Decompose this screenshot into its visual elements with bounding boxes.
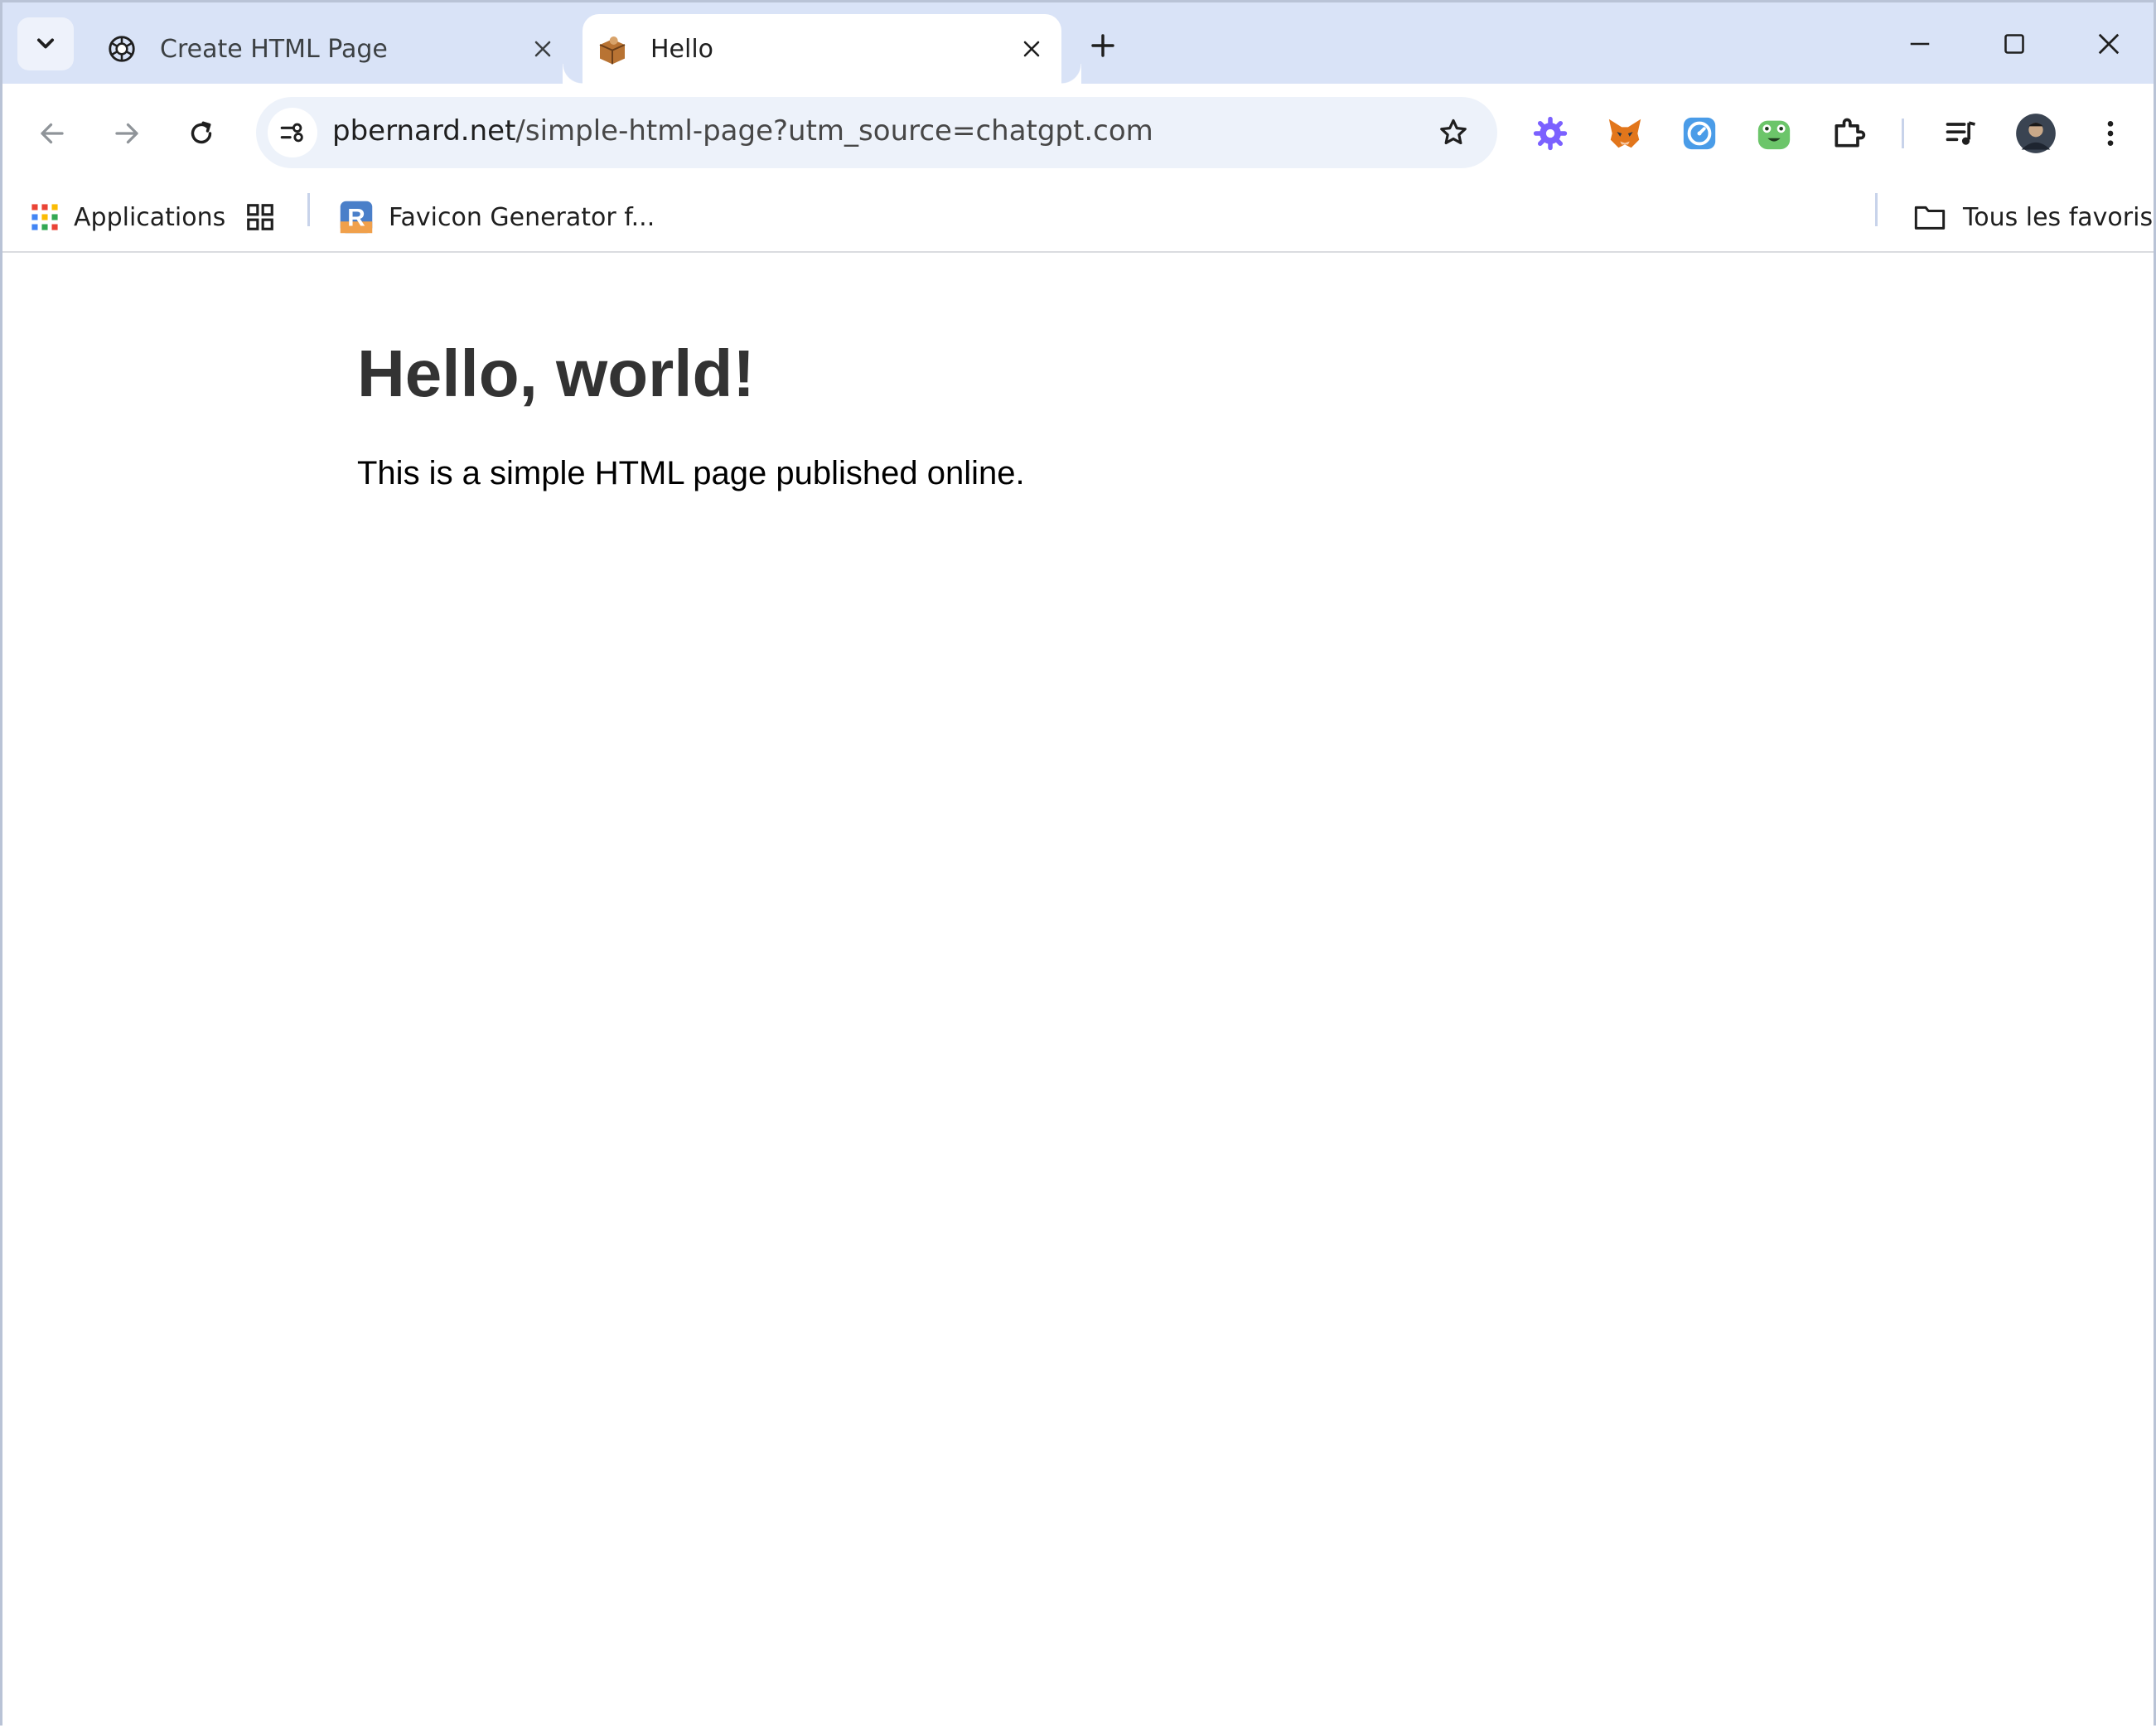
address-bar[interactable]: pbernard.net/simple-html-page?utm_source…	[256, 97, 1497, 168]
chatgpt-icon	[105, 32, 138, 65]
box-icon	[596, 32, 629, 65]
close-icon	[2098, 33, 2120, 55]
profile-avatar[interactable]	[2013, 110, 2059, 157]
bookmark-label: Favicon Generator f...	[389, 202, 655, 232]
menu-dots-icon[interactable]	[2087, 110, 2134, 157]
bookmark-applications[interactable]: Applications	[31, 195, 225, 240]
bookmark-favicon-generator[interactable]: R Favicon Generator f...	[339, 195, 655, 240]
tab-search-button[interactable]	[17, 17, 74, 70]
tune-icon	[280, 123, 303, 143]
media-controls-icon[interactable]	[1938, 110, 1984, 157]
forward-button[interactable]	[100, 107, 153, 160]
arrow-right-icon	[115, 123, 138, 144]
page-paragraph: This is a simple HTML page published onl…	[357, 455, 1025, 491]
toolbar-separator	[1902, 119, 1904, 148]
frog-extension-icon[interactable]	[1751, 110, 1797, 157]
bookmark-label: Applications	[74, 202, 226, 232]
page-heading: Hello, world!	[357, 336, 755, 410]
minimize-button[interactable]	[1887, 17, 1953, 70]
close-window-button[interactable]	[2076, 17, 2142, 70]
metamask-icon[interactable]	[1602, 110, 1648, 157]
compass-extension-icon[interactable]	[1676, 110, 1723, 157]
site-info-button[interactable]	[268, 108, 317, 157]
all-bookmarks-button[interactable]: Tous les favoris	[1912, 195, 2153, 240]
url-path: /simple-html-page?utm_source=chatgpt.com	[515, 114, 1153, 148]
maximize-button[interactable]	[1981, 17, 2047, 70]
apps-grid-icon	[31, 204, 58, 230]
tab-title: Create HTML Page	[160, 34, 388, 64]
bookmark-label: Tous les favoris	[1963, 202, 2154, 232]
bookmark-separator	[1875, 193, 1878, 226]
tab-groups-button[interactable]	[244, 195, 276, 240]
folder-icon	[1914, 206, 1946, 230]
close-tab-icon[interactable]	[528, 34, 558, 64]
r-logo-icon: R	[340, 201, 373, 234]
minimize-icon	[1910, 42, 1930, 46]
page-content: Hello, world! This is a simple HTML page…	[2, 253, 2154, 1728]
tab-hello[interactable]: Hello	[583, 14, 1081, 84]
browser-window: Create HTML Page Hello pbernard.net/simp…	[0, 0, 2156, 1728]
puzzle-extensions-icon[interactable]	[1825, 110, 1872, 157]
reload-icon	[191, 121, 212, 144]
tab-strip: Create HTML Page Hello	[2, 2, 2154, 84]
reload-button[interactable]	[175, 107, 228, 160]
chevron-down-icon	[36, 38, 55, 49]
maximize-icon	[2004, 34, 2024, 54]
toolbar: pbernard.net/simple-html-page?utm_source…	[2, 84, 2154, 183]
grid-icon	[247, 204, 273, 230]
back-button[interactable]	[26, 107, 79, 160]
gear-extension-icon[interactable]	[1527, 110, 1573, 157]
url-text[interactable]: pbernard.net/simple-html-page?utm_source…	[332, 114, 1153, 148]
close-tab-icon[interactable]	[1017, 34, 1047, 64]
bookmark-separator	[307, 193, 310, 226]
bookmark-star-button[interactable]	[1428, 107, 1479, 158]
bookmarks-bar: Applications R Favicon Generator f... To…	[2, 183, 2154, 253]
new-tab-button[interactable]	[1080, 22, 1126, 69]
url-domain: pbernard.net	[332, 114, 516, 148]
tab-title: Hello	[650, 34, 714, 64]
plus-icon	[1091, 34, 1114, 57]
svg-text:R: R	[347, 205, 365, 232]
arrow-left-icon	[41, 123, 64, 144]
star-icon	[1440, 119, 1467, 145]
tab-create-html-page[interactable]: Create HTML Page	[92, 14, 573, 84]
